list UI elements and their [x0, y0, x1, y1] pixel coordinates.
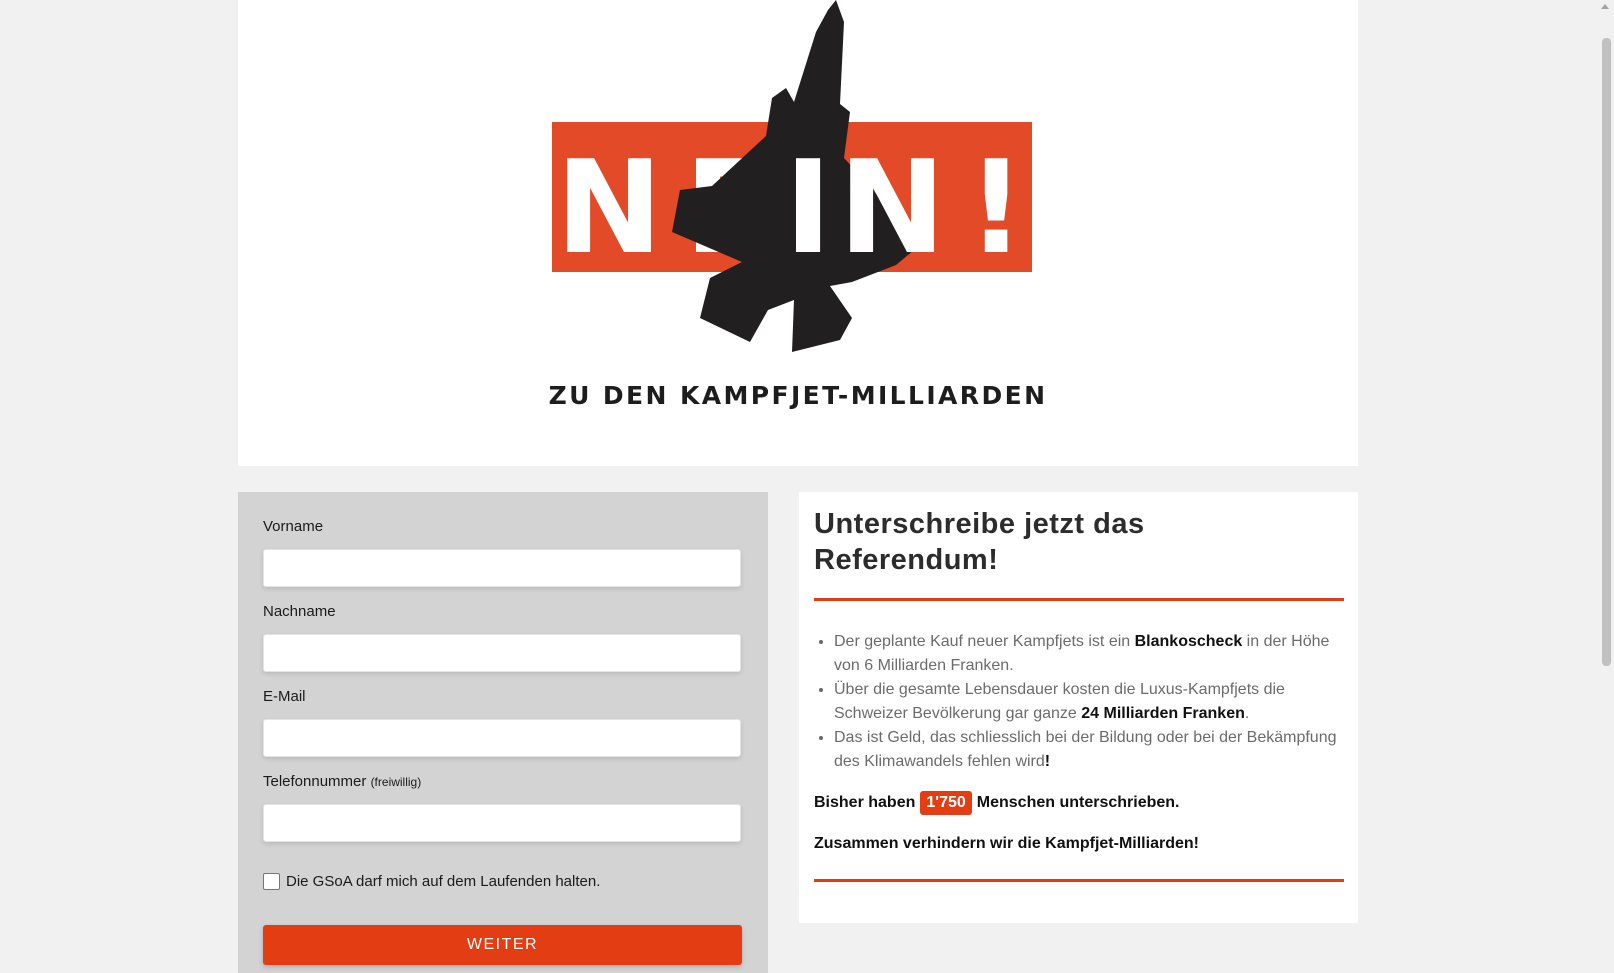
argument-item: Das ist Geld, das schliesslich bei der B… — [834, 726, 1344, 774]
last-name-input[interactable] — [263, 634, 741, 672]
logo-letter-exclamation: ! — [967, 134, 1025, 283]
info-title: Unterschreibe jetzt das Referendum! — [814, 508, 1145, 576]
argument-item: Der geplante Kauf neuer Kampfjets ist ei… — [834, 630, 1344, 678]
continue-button[interactable]: WEITER — [263, 925, 742, 965]
scroll-up-arrow-icon[interactable] — [1601, 4, 1609, 9]
logo-letter-n2: N — [838, 134, 945, 283]
phone-label-text: Telefonnummer — [263, 773, 367, 790]
newsletter-checkbox[interactable] — [263, 873, 280, 890]
scrollbar-thumb[interactable] — [1602, 38, 1611, 666]
phone-input[interactable] — [263, 804, 741, 842]
newsletter-label[interactable]: Die GSoA darf mich auf dem Laufenden hal… — [286, 873, 600, 890]
divider-top — [814, 598, 1344, 601]
count-suffix: Menschen unterschrieben. — [976, 794, 1180, 811]
email-input[interactable] — [263, 719, 741, 757]
logo-letter-i: I — [784, 134, 832, 283]
first-name-input[interactable] — [263, 549, 741, 587]
phone-label: Telefonnummer (freiwillig) — [263, 773, 421, 790]
count-prefix: Bisher haben — [814, 794, 916, 811]
logo-tagline: ZU DEN KAMPFJET-MILLIARDEN — [548, 381, 1048, 410]
email-label: E-Mail — [263, 688, 306, 705]
campaign-logo: N E I N ! — [552, 0, 1032, 352]
divider-bottom — [814, 879, 1344, 882]
signature-count-badge: 1'750 — [920, 791, 972, 815]
first-name-label: Vorname — [263, 518, 324, 535]
closing-statement: Zusammen verhindern wir die Kampfjet-Mil… — [814, 835, 1199, 852]
info-box: Unterschreibe jetzt das Referendum! Der … — [799, 492, 1358, 923]
argument-list: Der geplante Kauf neuer Kampfjets ist ei… — [814, 630, 1344, 774]
page-scrollbar[interactable] — [1597, 0, 1614, 973]
signature-count-line: Bisher haben 1'750 Menschen unterschrieb… — [814, 791, 1179, 815]
last-name-label: Nachname — [263, 603, 336, 620]
argument-item: Über die gesamte Lebensdauer kosten die … — [834, 678, 1344, 726]
header-banner: N E I N ! ZU DEN KAMPFJET-MILLIARDEN — [238, 0, 1358, 466]
logo-letter-n1: N — [555, 134, 662, 283]
phone-optional-hint: (freiwillig) — [370, 775, 422, 789]
signup-form: Vorname Nachname E-Mail Telefonnummer (f… — [238, 492, 768, 973]
newsletter-option: Die GSoA darf mich auf dem Laufenden hal… — [263, 873, 600, 890]
